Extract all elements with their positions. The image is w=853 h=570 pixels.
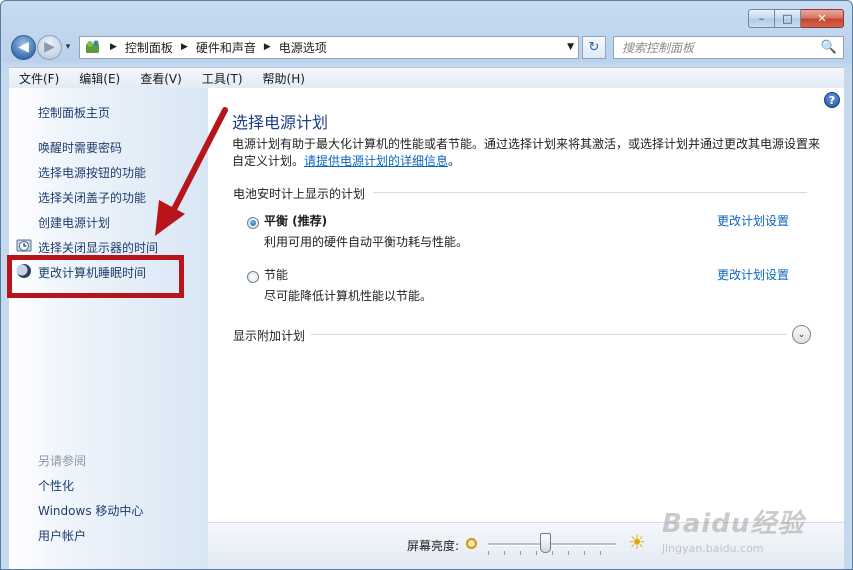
menu-file[interactable]: 文件(F) — [9, 70, 69, 87]
address-bar[interactable]: ▶ 控制面板 ▶ 硬件和声音 ▶ 电源选项 ▼ — [79, 35, 579, 59]
maximize-button[interactable]: □ — [775, 9, 801, 28]
menu-help[interactable]: 帮助(H) — [253, 70, 315, 87]
breadcrumb-power-options[interactable]: 电源选项 — [279, 39, 327, 56]
breadcrumb-arrow-icon[interactable]: ▶ — [181, 42, 188, 52]
navigation-bar: ◀ ▶ ▾ ▶ 控制面板 ▶ 硬件和声音 ▶ 电源选项 ▼ ↻ 搜索控制面板 🔍 — [11, 34, 844, 60]
brightness-label: 屏幕亮度: — [407, 539, 460, 553]
sidebar-item-power-button[interactable]: 选择电源按钮的功能 — [38, 164, 146, 181]
expand-chevron-icon[interactable]: ⌄ — [792, 325, 811, 344]
menu-edit[interactable]: 编辑(E) — [69, 70, 130, 87]
search-input[interactable]: 搜索控制面板 🔍 — [613, 35, 844, 59]
brightness-bar: 屏幕亮度: ☀ Baidu经验 jingyan.baidu.com — [208, 509, 844, 569]
display-clock-icon — [16, 239, 32, 252]
baidu-watermark: Baidu经验 jingyan.baidu.com — [662, 503, 832, 563]
watermark-logo-text: Baidu经验 — [662, 509, 805, 539]
see-also-personalize[interactable]: 个性化 — [38, 477, 74, 494]
close-button[interactable]: ✕ — [801, 9, 844, 28]
plan-details-link[interactable]: 请提供电源计划的详细信息 — [304, 154, 448, 168]
sidebar-item-wake-password[interactable]: 唤醒时需要密码 — [38, 139, 122, 156]
brightness-slider-thumb[interactable] — [539, 533, 551, 553]
recent-pages-dropdown[interactable]: ▾ — [62, 42, 74, 52]
main-pane: ? 选择电源计划 电源计划有助于最大化计算机的性能或者节能。通过选择计划来将其激… — [208, 88, 844, 522]
plan-power-saver-desc: 尽可能降低计算机性能以节能。 — [264, 289, 433, 303]
minimize-button[interactable]: – — [748, 9, 775, 28]
see-also-heading: 另请参阅 — [38, 454, 87, 468]
control-panel-window: – □ ✕ ◀ ▶ ▾ ▶ 控制面板 ▶ 硬件和声音 ▶ 电源选项 ▼ ↻ 搜索… — [0, 0, 853, 570]
search-icon[interactable]: 🔍 — [821, 40, 837, 55]
breadcrumb-arrow-icon[interactable]: ▶ — [264, 42, 271, 52]
plan-balanced-radio[interactable] — [247, 217, 259, 229]
bright-sun-icon: ☀ — [628, 530, 646, 554]
brightness-slider-ticks — [488, 551, 616, 555]
address-dropdown-icon[interactable]: ▼ — [567, 42, 574, 52]
help-icon[interactable]: ? — [824, 92, 840, 108]
sidebar-item-create-plan[interactable]: 创建电源计划 — [38, 214, 110, 231]
caption-buttons: – □ ✕ — [748, 9, 844, 28]
sidebar-item-display-off[interactable]: 选择关闭显示器的时间 — [38, 239, 158, 256]
brightness-slider-track[interactable] — [488, 543, 616, 546]
description-end: 。 — [448, 154, 461, 168]
see-also-user-accounts[interactable]: 用户帐户 — [38, 527, 86, 544]
additional-plans-divider — [311, 334, 787, 335]
breadcrumb-control-panel[interactable]: 控制面板 — [125, 39, 173, 56]
plan-power-saver-change-link[interactable]: 更改计划设置 — [717, 266, 789, 283]
breadcrumb-hardware-sound[interactable]: 硬件和声音 — [196, 39, 256, 56]
dim-sun-icon — [466, 538, 477, 549]
see-also-mobility-center[interactable]: Windows 移动中心 — [38, 502, 143, 519]
plan-balanced-desc: 利用可用的硬件自动平衡功耗与性能。 — [264, 235, 469, 249]
group-divider — [373, 192, 807, 193]
sidebar-item-home[interactable]: 控制面板主页 — [38, 104, 110, 121]
watermark-url: jingyan.baidu.com — [662, 542, 764, 555]
control-panel-icon — [86, 40, 99, 53]
content-area: 控制面板主页 唤醒时需要密码 选择电源按钮的功能 选择关闭盖子的功能 创建电源计… — [7, 88, 844, 569]
sidebar-item-lid-close[interactable]: 选择关闭盖子的功能 — [38, 189, 146, 206]
plan-power-saver-name[interactable]: 节能 — [264, 266, 288, 283]
menu-tools[interactable]: 工具(T) — [192, 70, 253, 87]
battery-meter-group-title: 电池安时计上显示的计划 — [233, 187, 366, 201]
plan-balanced-name[interactable]: 平衡 (推荐) — [264, 212, 327, 229]
plan-balanced-change-link[interactable]: 更改计划设置 — [717, 212, 789, 229]
page-description: 电源计划有助于最大化计算机的性能或者节能。通过选择计划来将其激活，或选择计划并通… — [232, 136, 822, 170]
forward-button[interactable]: ▶ — [37, 34, 62, 60]
menu-view[interactable]: 查看(V) — [130, 70, 192, 87]
additional-plans-label[interactable]: 显示附加计划 — [233, 327, 305, 344]
refresh-button[interactable]: ↻ — [582, 35, 606, 59]
menu-bar: 文件(F) 编辑(E) 查看(V) 工具(T) 帮助(H) — [9, 67, 844, 88]
plan-power-saver-radio[interactable] — [247, 271, 259, 283]
breadcrumb-arrow-icon: ▶ — [110, 42, 117, 52]
page-title: 选择电源计划 — [232, 113, 329, 132]
search-placeholder: 搜索控制面板 — [622, 40, 695, 55]
annotation-highlight-box — [7, 255, 184, 298]
back-button[interactable]: ◀ — [11, 34, 36, 60]
